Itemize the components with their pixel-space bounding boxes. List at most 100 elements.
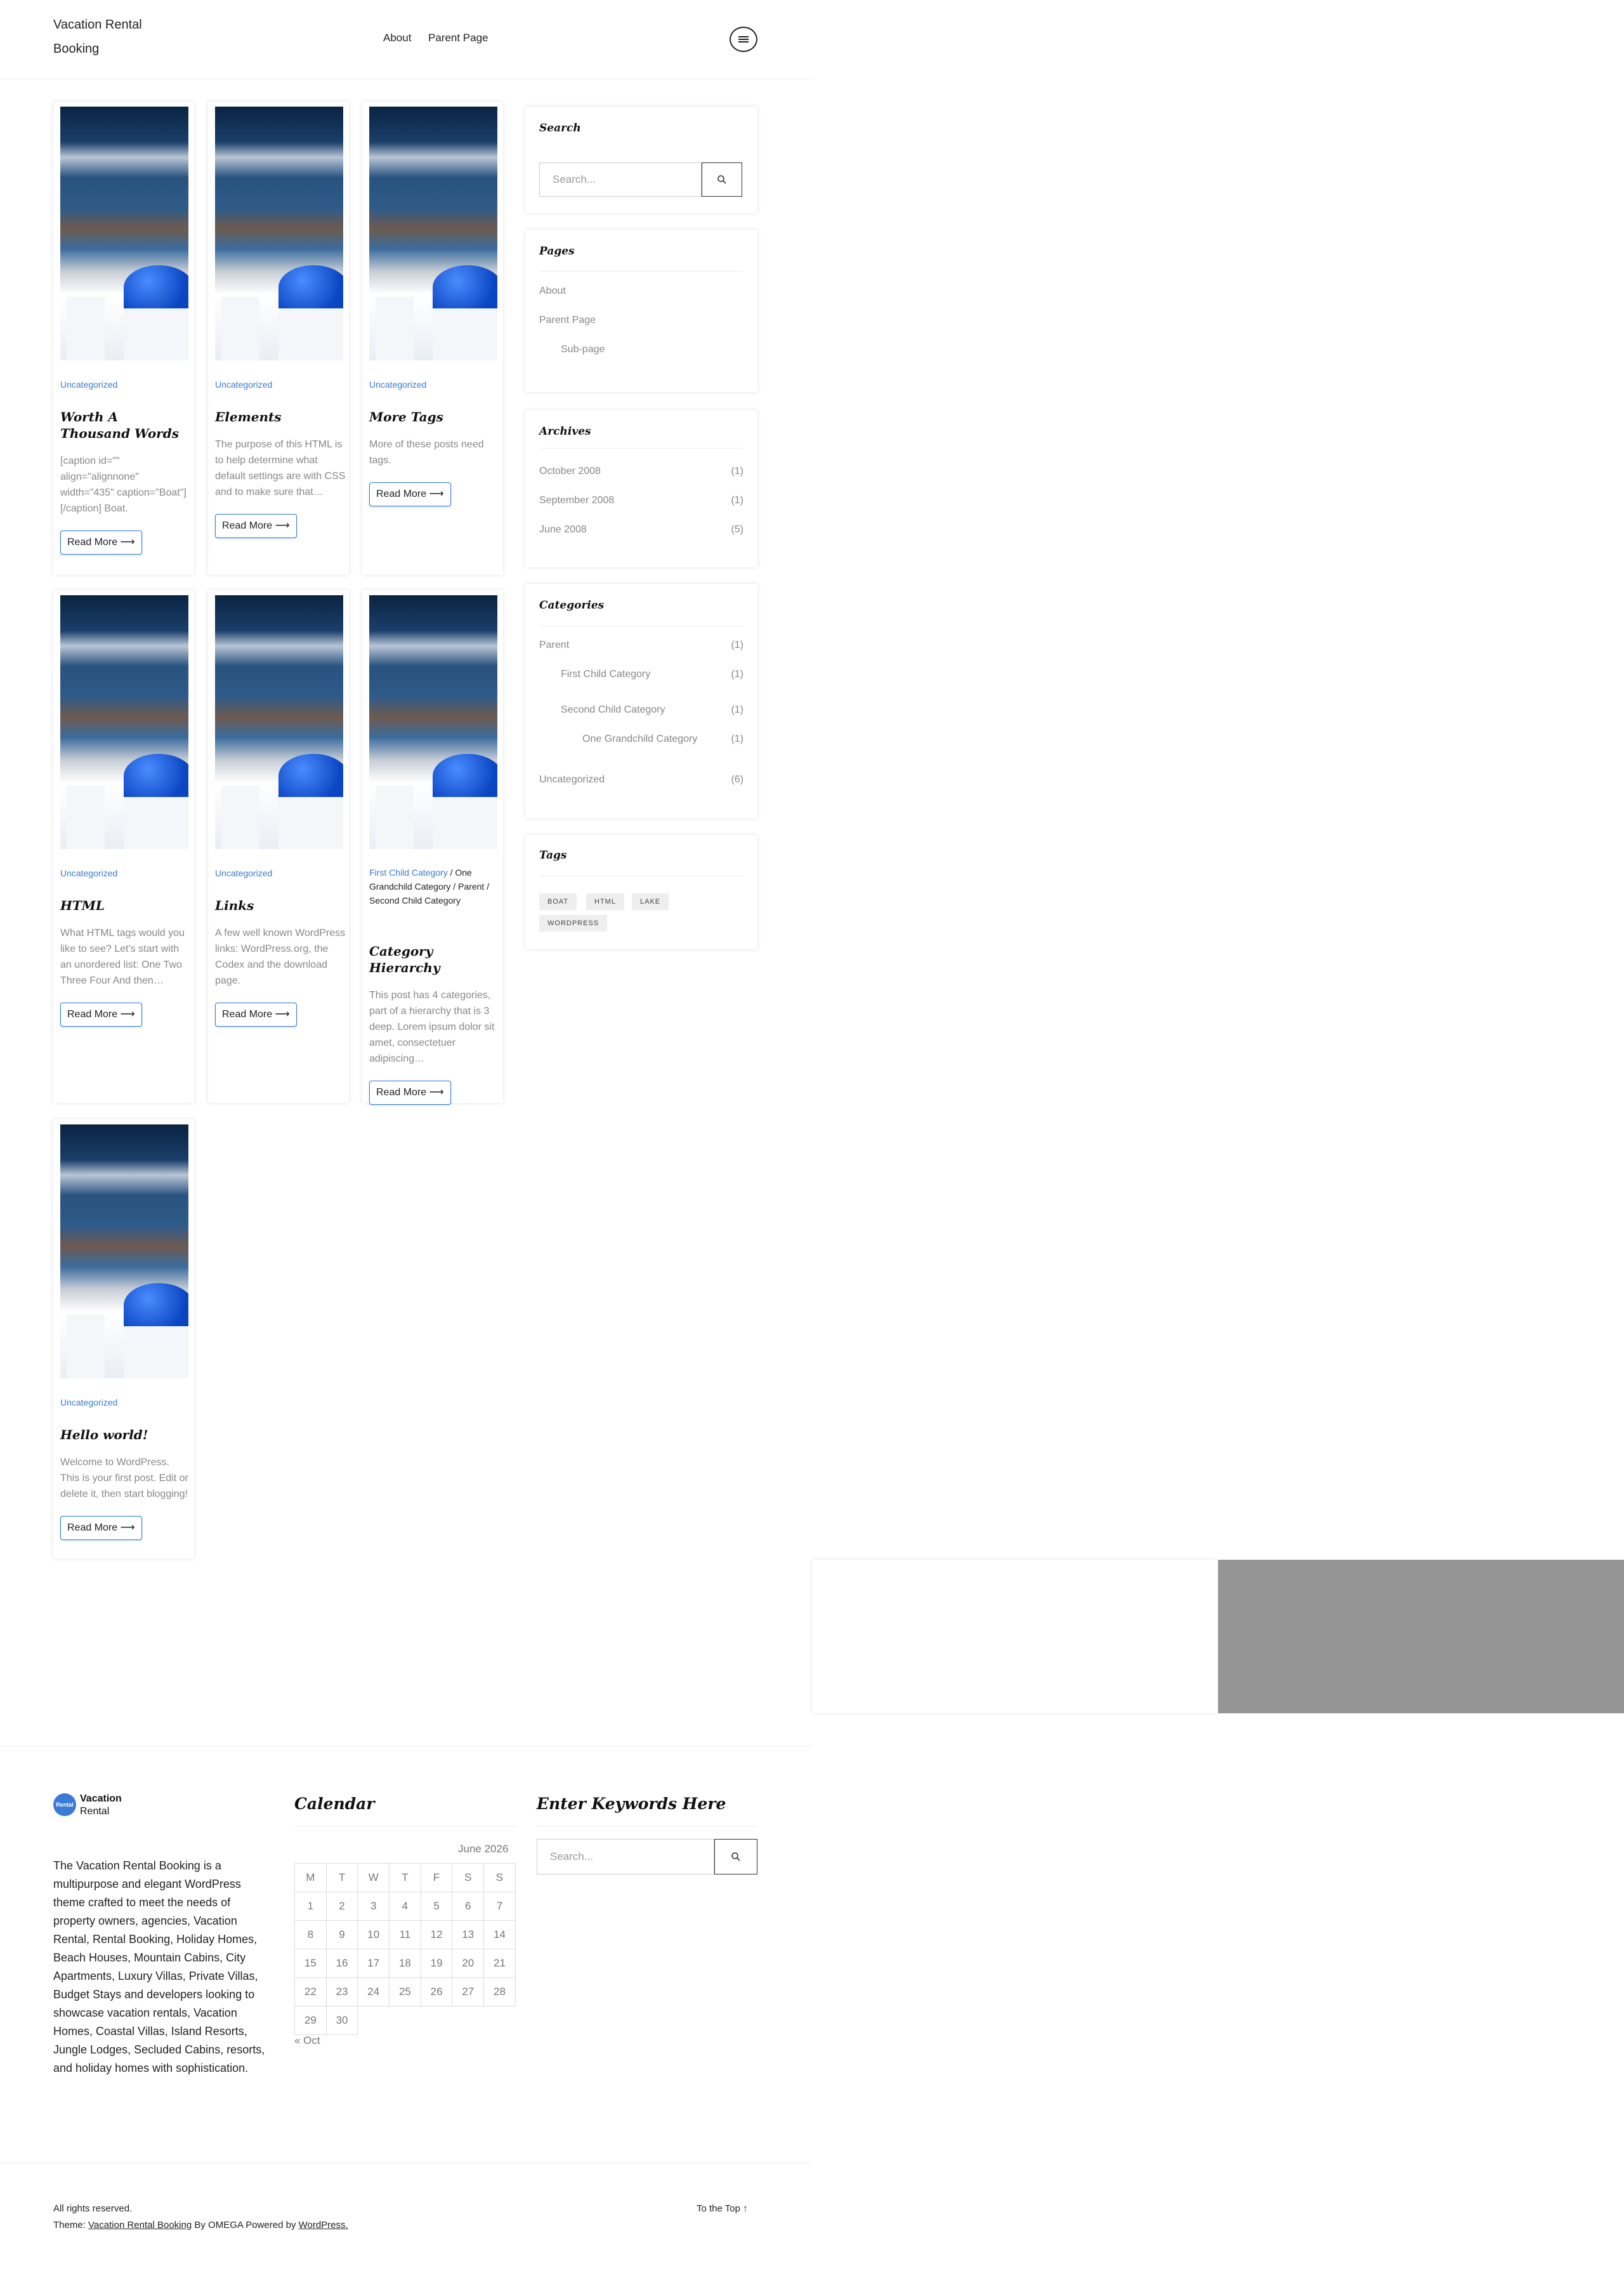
calendar-day: 15 (294, 1949, 327, 1978)
calendar-day (484, 2006, 516, 2035)
post-card: First Child Category / One Grandchild Ca… (362, 590, 503, 1105)
nav-parent-page[interactable]: Parent Page (428, 32, 488, 44)
post-category[interactable]: Uncategorized (369, 379, 426, 390)
calendar-day: 21 (483, 1949, 516, 1978)
category-link[interactable]: Second Child Category (561, 704, 665, 716)
tag-lake[interactable]: LAKE (632, 893, 669, 910)
post-category-link[interactable]: First Child Category (369, 867, 448, 878)
footer-search-button[interactable] (714, 1839, 757, 1874)
hamburger-icon (738, 35, 749, 44)
footer-search-title: Enter Keywords Here (537, 1795, 726, 1813)
read-more-button[interactable]: Read More ⟶ (369, 482, 451, 506)
to-top-link[interactable]: To the Top ↑ (697, 2203, 748, 2214)
post-category-link[interactable]: Parent (458, 881, 484, 892)
calendar-day: 20 (452, 1949, 485, 1978)
logo-line1: Vacation (80, 1793, 122, 1804)
footer-about: The Vacation Rental Booking is a multipu… (53, 1859, 265, 2074)
read-more-button[interactable]: Read More ⟶ (60, 530, 142, 555)
calendar-day: 6 (452, 1892, 485, 1921)
read-more-button[interactable]: Read More ⟶ (215, 1003, 297, 1027)
calendar-day-header: S (452, 1863, 485, 1892)
calendar-day: 26 (420, 1977, 453, 2006)
post-title[interactable]: Category Hierarchy (369, 943, 497, 976)
page-link-parent[interactable]: Parent Page (539, 315, 596, 326)
post-thumbnail[interactable] (215, 107, 343, 360)
read-more-button[interactable]: Read More ⟶ (369, 1081, 451, 1105)
post-category[interactable]: Uncategorized (60, 868, 117, 878)
footer-search-divider (537, 1826, 757, 1827)
calendar-day: 1 (294, 1892, 327, 1921)
nav-about[interactable]: About (383, 32, 411, 44)
calendar-day (390, 2006, 421, 2035)
post-category-link[interactable]: Second Child Category (369, 895, 461, 906)
page: Vacation Rental Booking About Parent Pag… (0, 0, 1624, 2273)
read-more-button[interactable]: Read More ⟶ (215, 514, 297, 538)
category-link[interactable]: Uncategorized (539, 774, 605, 786)
calendar-title: Calendar (294, 1795, 375, 1813)
category-link[interactable]: First Child Category (561, 669, 650, 680)
search-widget: Search Search... (525, 107, 757, 213)
category-link[interactable]: One Grandchild Category (582, 734, 697, 745)
tags-widget: Tags BOAT HTML LAKE WORDPRESS (525, 835, 757, 949)
post-thumbnail[interactable] (369, 595, 497, 849)
theme-link[interactable]: Vacation Rental Booking (88, 2220, 192, 2230)
post-category[interactable]: Uncategorized (60, 1397, 117, 1407)
menu-toggle-button[interactable] (730, 27, 757, 52)
archive-link[interactable]: October 2008 (539, 466, 601, 477)
post-categories: First Child Category / One Grandchild Ca… (369, 867, 490, 906)
search-button[interactable] (702, 162, 742, 197)
post-thumbnail[interactable] (60, 1124, 188, 1378)
gray-overlay-panel (1218, 1560, 1624, 1713)
post-title[interactable]: Links (215, 897, 343, 914)
calendar-day: 3 (357, 1892, 390, 1921)
categories-widget: Categories Parent (1) First Child Categor… (525, 584, 757, 819)
read-more-button[interactable]: Read More ⟶ (60, 1003, 142, 1027)
post-category[interactable]: Uncategorized (215, 868, 272, 878)
calendar-table: MTWTFSS 1 2 3 4 5 6 7 8 9 10 11 12 13 14 15 16 17 18 19 20 2… (294, 1863, 516, 2035)
post-category[interactable]: Uncategorized (60, 379, 117, 390)
archive-link[interactable]: June 2008 (539, 524, 587, 536)
archive-link[interactable]: September 2008 (539, 495, 614, 506)
calendar-day: 7 (483, 1892, 516, 1921)
post-thumbnail[interactable] (215, 595, 343, 849)
calendar-day: 29 (294, 2006, 327, 2035)
post-excerpt: What HTML tags would you like to see? Le… (60, 928, 185, 986)
calendar-day-header: W (357, 1863, 390, 1892)
tag-html[interactable]: HTML (586, 893, 624, 910)
post-category[interactable]: Uncategorized (215, 379, 272, 390)
widget-title: Search (539, 122, 581, 135)
post-title[interactable]: Elements (215, 409, 343, 425)
calendar-day: 11 (389, 1920, 421, 1949)
post-card: Uncategorized HTML What HTML tags would yo… (53, 590, 194, 1103)
post-title[interactable]: HTML (60, 897, 188, 914)
site-title[interactable]: Vacation Rental Booking (53, 13, 180, 61)
calendar-day-header: S (483, 1863, 516, 1892)
category-link[interactable]: Parent (539, 640, 569, 651)
post-card: Uncategorized Links A few well known WordP… (208, 590, 349, 1103)
search-input[interactable]: Search... (539, 162, 702, 197)
post-title[interactable]: Hello world! (60, 1426, 188, 1443)
widget-title: Archives (539, 425, 591, 438)
post-thumbnail[interactable] (60, 595, 188, 849)
footer-search-input[interactable]: Search... (537, 1839, 714, 1874)
tag-boat[interactable]: BOAT (539, 893, 577, 910)
read-more-button[interactable]: Read More ⟶ (60, 1516, 142, 1540)
search-icon (731, 1852, 740, 1861)
post-card: Uncategorized More Tags More of these post… (362, 102, 503, 575)
post-thumbnail[interactable] (60, 107, 188, 360)
post-title[interactable]: More Tags (369, 409, 497, 425)
widget-title: Pages (539, 245, 575, 258)
tag-wordpress[interactable]: WORDPRESS (539, 915, 608, 932)
page-link-about[interactable]: About (539, 286, 566, 297)
post-title[interactable]: Worth A Thousand Words (60, 409, 188, 442)
calendar-prev-link[interactable]: « Oct (294, 2034, 320, 2047)
theme-by: By OMEGA Powered by (194, 2220, 296, 2230)
theme-prefix: Theme: (53, 2220, 86, 2230)
footer-divider (0, 1746, 812, 1747)
calendar-day: 30 (325, 2006, 358, 2035)
post-thumbnail[interactable] (369, 107, 497, 360)
wordpress-link[interactable]: WordPress. (299, 2220, 348, 2230)
calendar-day: 8 (294, 1920, 327, 1949)
page-link-subpage[interactable]: Sub-page (561, 344, 605, 355)
post-card: Uncategorized Hello world! Welcome to Word… (53, 1119, 194, 1558)
